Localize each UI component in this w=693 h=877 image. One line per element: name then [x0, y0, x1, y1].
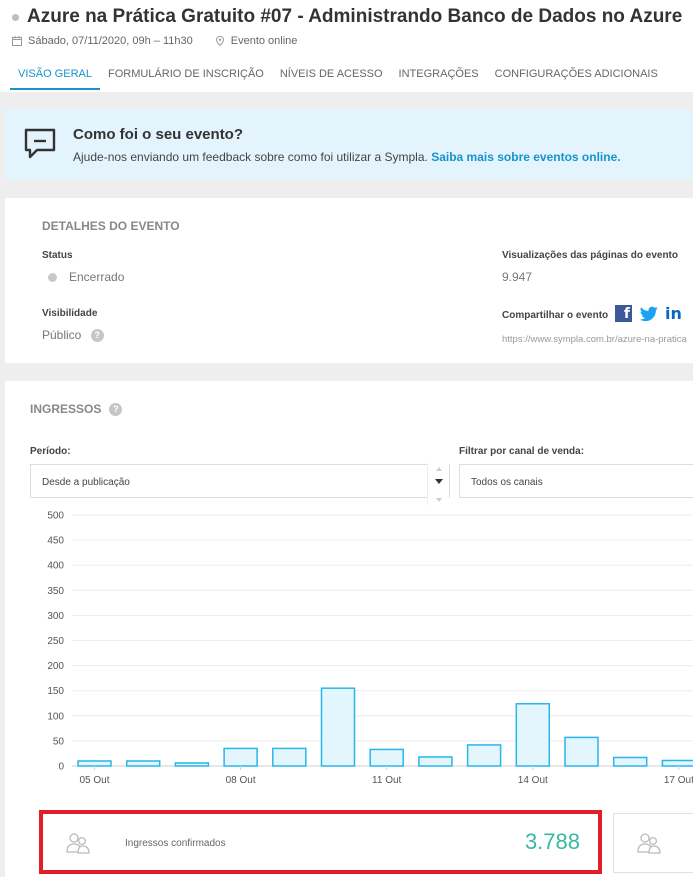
event-date: Sábado, 07/11/2020, 09h – 11h30 — [28, 35, 193, 47]
help-icon[interactable]: ? — [90, 329, 104, 343]
chart-bar[interactable] — [174, 762, 210, 767]
chart-bar[interactable] — [272, 747, 307, 767]
feedback-message: Ajude-nos enviando um feedback sobre com… — [73, 150, 428, 164]
feedback-banner: Como foi o seu evento? Ajude-nos enviand… — [5, 109, 693, 180]
confirmed-tickets-label: Ingressos confirmados — [125, 838, 226, 849]
status-label: Status — [42, 250, 73, 261]
twitter-icon[interactable] — [640, 306, 658, 322]
chart-bar[interactable] — [661, 759, 693, 767]
views-value: 9.947 — [502, 270, 533, 284]
channel-label: Filtrar por canal de venda: — [459, 446, 585, 457]
calendar-icon — [12, 36, 22, 46]
visibility-value: Público ? — [42, 328, 104, 343]
tickets-chart: 0 50 100 150 200 250 300 350 400 450 500 05 Out 08 O… — [47, 511, 693, 786]
chart-bar[interactable] — [612, 756, 648, 767]
x-tick-label: 17 Out — [664, 775, 693, 786]
event-meta: Sábado, 07/11/2020, 09h – 11h30 Evento o… — [12, 35, 297, 47]
event-location: Evento online — [230, 35, 298, 47]
period-select-scroll[interactable] — [427, 463, 449, 505]
y-tick-label: 250 — [47, 636, 64, 647]
users-icon — [66, 833, 90, 854]
share-icons: f in — [615, 304, 682, 323]
tab-configuracoes-adicionais[interactable]: CONFIGURAÇÕES ADICIONAIS — [487, 60, 666, 90]
page-title: Azure na Prática Gratuito #07 - Administ… — [27, 6, 683, 27]
y-tick-label: 100 — [47, 711, 64, 722]
x-tick-label: 14 Out — [518, 775, 548, 786]
facebook-icon[interactable]: f — [615, 305, 632, 322]
tab-visao-geral[interactable]: VISÃO GERAL — [10, 60, 100, 90]
visibility-label: Visibilidade — [42, 308, 98, 319]
chart-bar[interactable] — [369, 748, 404, 767]
title-row: Azure na Prática Gratuito #07 - Administ… — [12, 6, 682, 28]
chart-bar[interactable] — [515, 703, 551, 767]
chart-bar[interactable] — [564, 736, 599, 767]
tab-niveis-acesso[interactable]: NÍVEIS DE ACESSO — [272, 60, 391, 90]
period-select[interactable]: Desde a publicação — [30, 464, 450, 498]
views-label: Visualizações das páginas do evento — [502, 250, 678, 261]
status-value: Encerrado — [48, 270, 124, 284]
y-tick-label: 50 — [53, 736, 65, 747]
event-details-card: DETALHES DO EVENTO Status Encerrado Visi… — [5, 198, 693, 363]
tab-integracoes[interactable]: INTEGRAÇÕES — [391, 60, 487, 90]
confirmed-tickets-value: 3.788 — [524, 829, 580, 854]
confirmed-tickets-stat[interactable]: Ingressos confirmados 3.788 — [42, 813, 599, 873]
status-text: Encerrado — [69, 270, 125, 284]
help-icon[interactable]: ? — [109, 402, 123, 416]
event-header: Azure na Prática Gratuito #07 - Administ… — [0, 0, 693, 92]
next-stat[interactable] — [613, 813, 693, 873]
chart-bar[interactable] — [418, 756, 453, 767]
y-tick-label: 300 — [47, 611, 64, 622]
y-tick-label: 350 — [47, 586, 64, 597]
chart-bar[interactable] — [320, 687, 356, 767]
y-tick-label: 200 — [47, 661, 64, 672]
chart-bar[interactable] — [77, 760, 112, 767]
tab-formulario-inscricao[interactable]: FORMULÁRIO DE INSCRIÇÃO — [100, 60, 272, 90]
y-tick-label: 150 — [47, 686, 64, 697]
share-label: Compartilhar o evento — [502, 310, 609, 321]
y-tick-label: 500 — [47, 511, 64, 522]
status-dot — [12, 13, 19, 21]
location-pin-icon — [215, 36, 224, 46]
share-url[interactable]: https://www.sympla.com.br/azure-na-prati… — [502, 334, 692, 345]
feedback-text: Ajude-nos enviando um feedback sobre com… — [73, 150, 621, 164]
x-tick-label: 05 Out — [79, 775, 109, 786]
tickets-section-title: INGRESSOS — [30, 402, 102, 416]
chart-bar[interactable] — [223, 747, 258, 767]
x-tick-label: 08 Out — [226, 775, 256, 786]
channel-select[interactable]: Todos os canais — [459, 464, 693, 498]
period-select-value: Desde a publicação — [42, 477, 130, 488]
period-label: Período: — [30, 446, 71, 457]
feedback-link[interactable]: Saiba mais sobre eventos online. — [431, 150, 620, 164]
x-tick-label: 11 Out — [372, 775, 401, 786]
chart-bar[interactable] — [125, 760, 161, 767]
y-tick-label: 0 — [58, 762, 64, 773]
tickets-header: INGRESSOS ? — [30, 402, 123, 416]
y-tick-label: 450 — [47, 536, 64, 547]
tab-bar: VISÃO GERAL FORMULÁRIO DE INSCRIÇÃO NÍVE… — [10, 60, 666, 92]
status-indicator — [48, 273, 57, 283]
channel-select-value: Todos os canais — [471, 477, 543, 488]
linkedin-icon[interactable]: in — [665, 304, 682, 323]
chart-bar[interactable] — [466, 744, 502, 767]
details-section-title: DETALHES DO EVENTO — [42, 219, 180, 233]
y-tick-label: 400 — [47, 561, 64, 572]
chat-bubble-icon — [24, 128, 56, 159]
chevron-down-icon[interactable] — [428, 463, 450, 505]
visibility-text: Público — [42, 328, 82, 342]
users-icon — [637, 833, 661, 854]
feedback-title: Como foi o seu evento? — [73, 126, 244, 143]
